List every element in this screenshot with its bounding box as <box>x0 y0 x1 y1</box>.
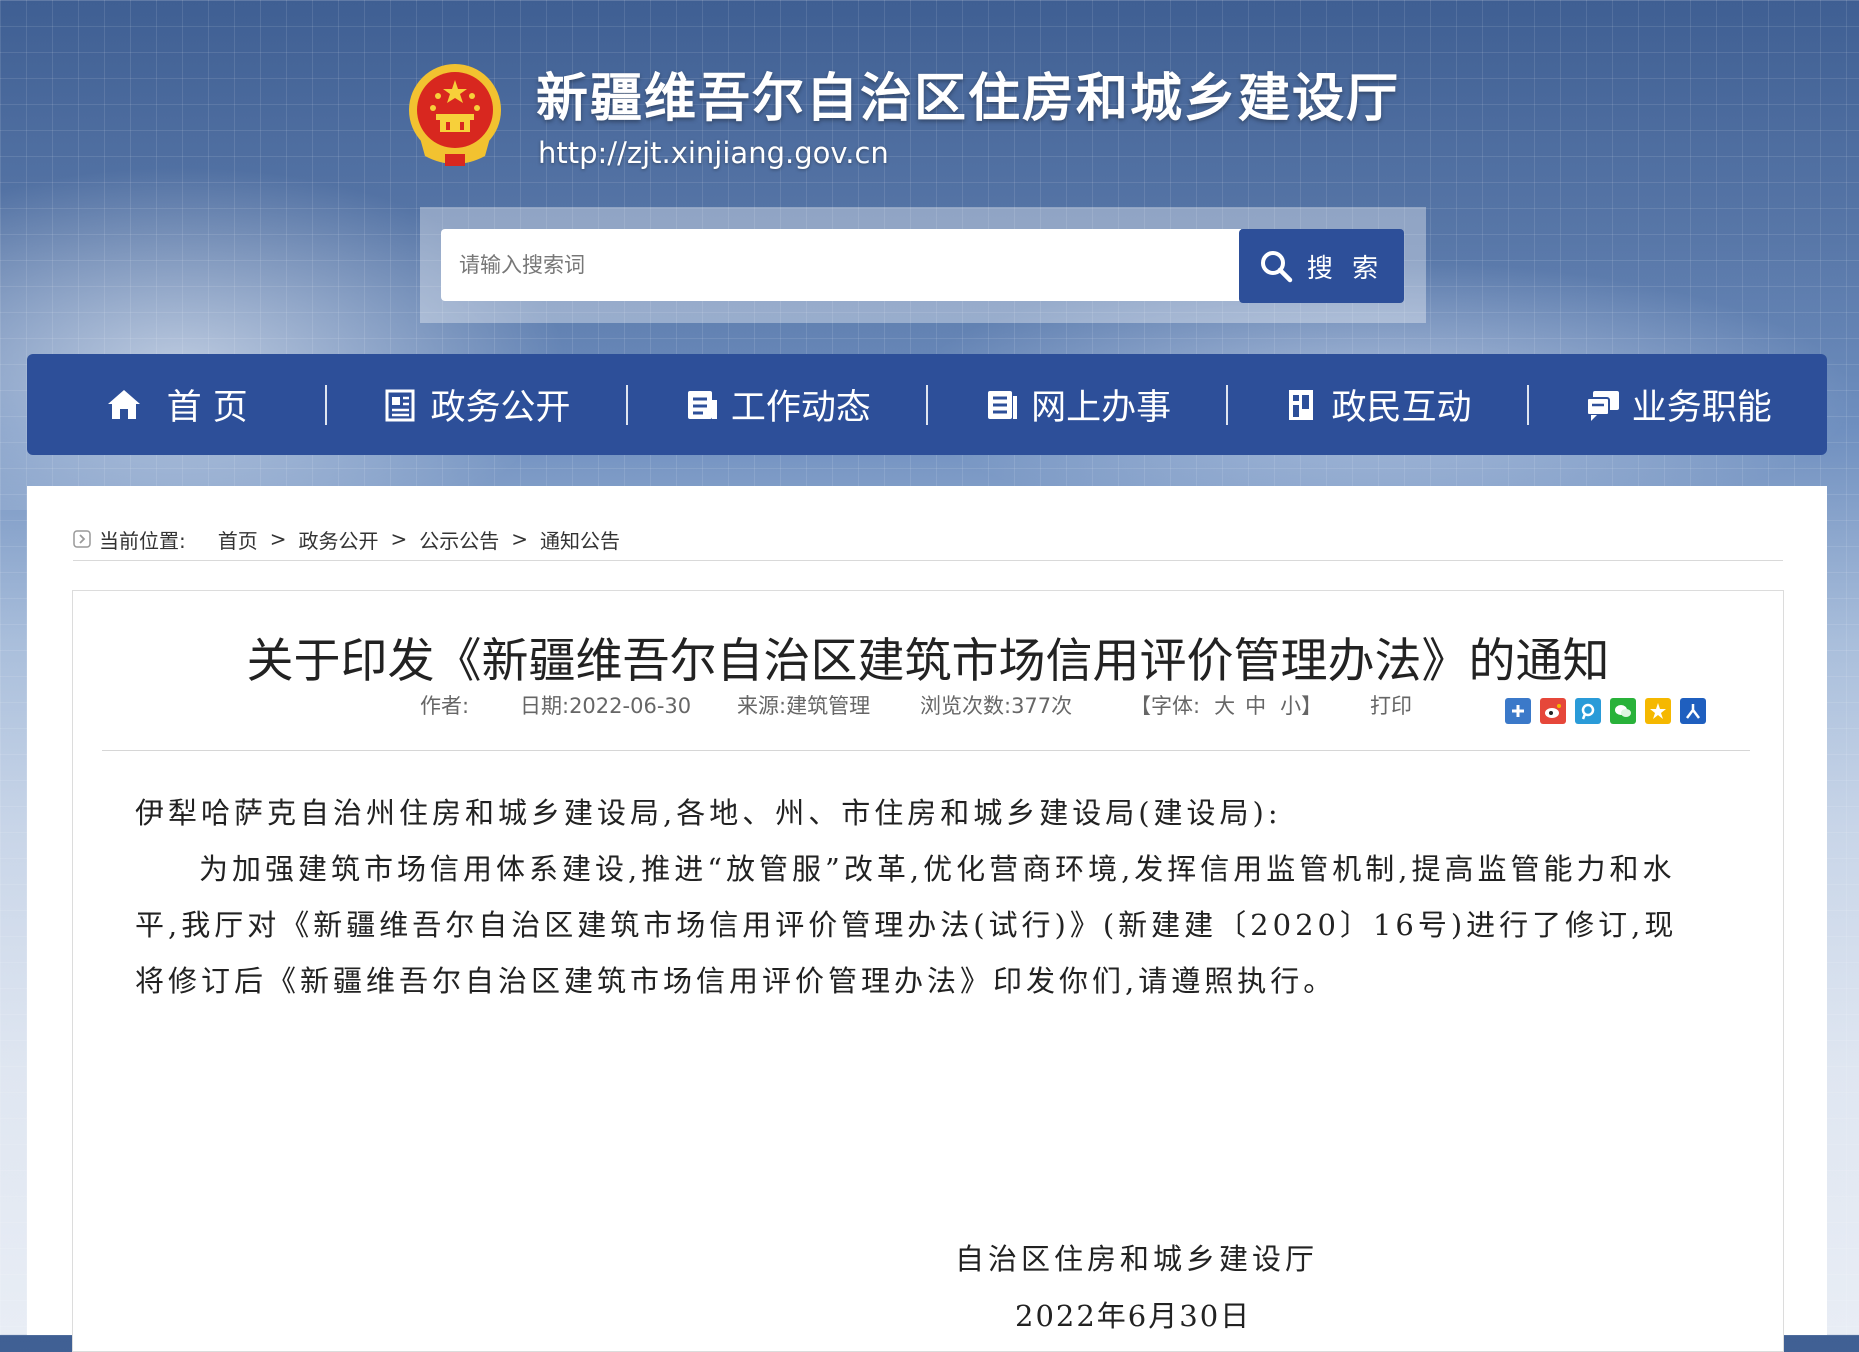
font-size-controls: 【字体: 大 中 小 】 <box>1130 690 1370 720</box>
article-salutation: 伊犁哈萨克自治州住房和城乡建设局,各地、州、市住房和城乡建设局(建设局): <box>135 796 1282 830</box>
breadcrumb-separator: > <box>511 527 529 551</box>
nav-item-gov-affairs[interactable]: 政务公开 <box>327 354 625 455</box>
nav-item-label: 工作动态 <box>730 388 871 428</box>
nav-item-home[interactable]: 首 页 <box>27 354 325 455</box>
wechat-icon[interactable] <box>1610 698 1636 724</box>
search-button[interactable]: 搜 索 <box>1239 229 1404 303</box>
signature-date: 2022年6月30日 <box>1015 1299 1252 1333</box>
main-nav: 首 页 政务公开 工作动态 网上办事 政民互动 业务职能 <box>27 354 1827 455</box>
print-link[interactable]: 打印 <box>1370 690 1412 720</box>
meta-views: 浏览次数:377次 <box>920 694 1073 718</box>
site-url: http://zjt.xinjiang.gov.cn <box>538 136 889 170</box>
location-arrow-icon <box>73 530 91 548</box>
site-title: 新疆维吾尔自治区住房和城乡建设厅 <box>536 69 1401 129</box>
background-decoration <box>0 150 600 510</box>
article-body: 伊犁哈萨克自治州住房和城乡建设局,各地、州、市住房和城乡建设局(建设局): 为加… <box>135 785 1710 1009</box>
meta-date: 日期:2022-06-30 <box>520 694 692 718</box>
font-size-small[interactable]: 小 <box>1280 690 1301 720</box>
nav-item-work-news[interactable]: 工作动态 <box>628 354 926 455</box>
home-icon <box>107 389 140 419</box>
search-input[interactable] <box>441 229 1241 301</box>
chat-icon <box>1585 390 1619 421</box>
nav-item-label: 政务公开 <box>430 388 571 428</box>
weibo-icon[interactable] <box>1540 698 1566 724</box>
national-emblem-icon <box>409 64 501 166</box>
breadcrumb: 当前位置: 首页 > 政务公开 > 公示公告 > 通知公告 <box>73 518 1783 561</box>
interaction-icon <box>1289 389 1314 420</box>
breadcrumb-prefix: 当前位置: <box>99 528 186 553</box>
breadcrumb-link-gov-affairs[interactable]: 政务公开 <box>299 525 379 554</box>
breadcrumb-link-announcements[interactable]: 公示公告 <box>419 525 499 554</box>
nav-item-label: 网上办事 <box>1031 388 1172 428</box>
search-icon <box>1260 251 1293 283</box>
font-size-medium[interactable]: 中 <box>1245 690 1266 720</box>
qzone-icon[interactable] <box>1645 698 1671 724</box>
news-icon <box>687 390 717 419</box>
nav-item-online-service[interactable]: 网上办事 <box>928 354 1226 455</box>
font-size-prefix: 【字体: <box>1130 694 1201 718</box>
article-meta: 作者: 日期:2022-06-30 来源:建筑管理 浏览次数:377次 【字体:… <box>420 690 1412 720</box>
search-button-label: 搜 索 <box>1306 252 1385 283</box>
nav-item-label: 首 页 <box>166 388 248 428</box>
font-size-suffix: 】 <box>1301 694 1323 718</box>
renren-icon[interactable] <box>1680 698 1706 724</box>
meta-source: 来源:建筑管理 <box>737 694 871 718</box>
signature-organization: 自治区住房和城乡建设厅 <box>955 1242 1319 1276</box>
document-list-icon <box>385 389 415 421</box>
share-bar <box>1505 698 1706 724</box>
breadcrumb-separator: > <box>390 527 408 551</box>
breadcrumb-separator: > <box>269 527 287 551</box>
service-icon <box>988 390 1018 419</box>
nav-item-label: 政民互动 <box>1331 388 1472 428</box>
nav-item-business-functions[interactable]: 业务职能 <box>1529 354 1827 455</box>
article-title: 关于印发《新疆维吾尔自治区建筑市场信用评价管理办法》的通知 <box>246 634 1610 689</box>
breadcrumb-link-home[interactable]: 首页 <box>218 525 258 554</box>
meta-author: 作者: <box>420 694 470 718</box>
font-size-large[interactable]: 大 <box>1214 690 1235 720</box>
article-paragraph: 为加强建筑市场信用体系建设,推进“放管服”改革,优化营商环境,发挥信用监管机制,… <box>135 852 1678 998</box>
plus-share-icon[interactable] <box>1505 698 1531 724</box>
tencent-weibo-icon[interactable] <box>1575 698 1601 724</box>
breadcrumb-link-notices[interactable]: 通知公告 <box>540 525 620 554</box>
title-divider <box>102 750 1750 751</box>
nav-item-interaction[interactable]: 政民互动 <box>1228 354 1526 455</box>
nav-item-label: 业务职能 <box>1631 388 1772 428</box>
